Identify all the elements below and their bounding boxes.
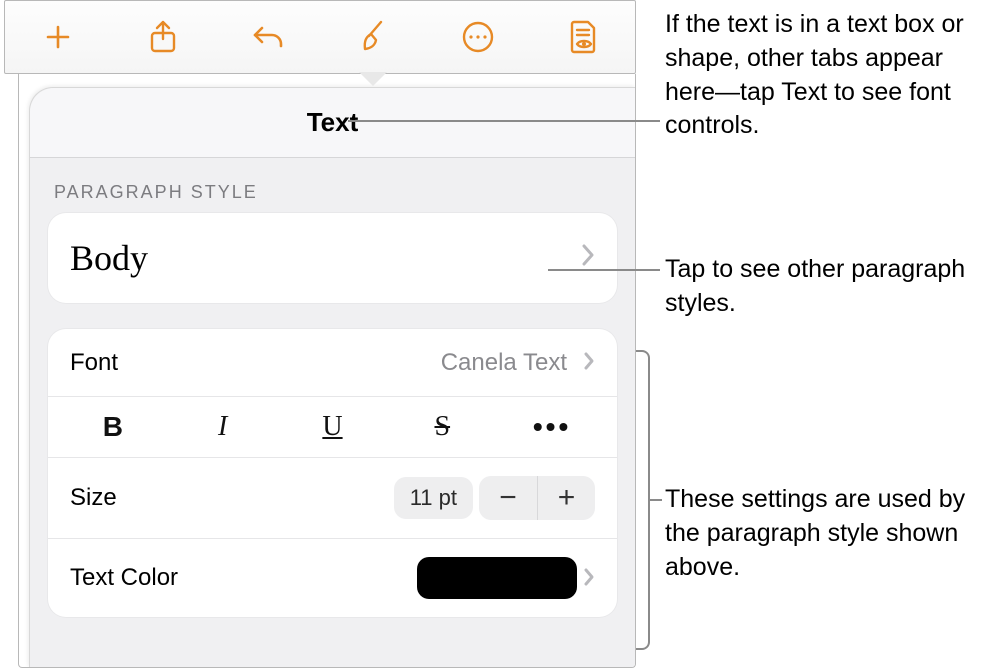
size-value[interactable]: 11 pt [394, 477, 473, 519]
add-button[interactable] [5, 1, 110, 73]
size-label: Size [70, 484, 117, 512]
font-settings-card: Font Canela Text B I U S ••• [48, 329, 617, 617]
strikethrough-button[interactable]: S [402, 411, 482, 443]
callout-text-tab: If the text is in a text box or shape, o… [665, 8, 995, 143]
size-plus-button[interactable]: + [537, 476, 595, 520]
paragraph-style-card: Body [48, 213, 617, 303]
size-minus-button[interactable]: − [479, 476, 537, 520]
callout-paragraph-styles: Tap to see other paragraph styles. [665, 253, 995, 321]
font-label: Font [70, 349, 118, 377]
undo-icon [251, 22, 285, 52]
color-swatch[interactable] [417, 557, 577, 599]
size-stepper: − + [479, 476, 595, 520]
paintbrush-icon [357, 19, 389, 55]
font-value: Canela Text [441, 349, 567, 377]
chevron-right-icon [583, 563, 595, 594]
callout-lead-1 [348, 120, 660, 122]
plus-icon [43, 22, 73, 52]
underline-button[interactable]: U [292, 411, 372, 443]
chevron-right-icon [583, 347, 595, 378]
ellipsis-circle-icon [461, 20, 495, 54]
text-color-row[interactable]: Text Color [48, 539, 617, 617]
size-row: Size 11 pt − + [48, 458, 617, 539]
font-row[interactable]: Font Canela Text [48, 329, 617, 397]
callout-settings: These settings are used by the paragraph… [665, 483, 995, 584]
format-popover: Text Paragraph Style Body Font Canela Te… [18, 74, 636, 668]
section-label: Paragraph Style [30, 158, 635, 213]
share-icon [147, 19, 179, 55]
callout-lead-3 [650, 499, 662, 501]
undo-button[interactable] [215, 1, 320, 73]
share-button[interactable] [110, 1, 215, 73]
more-styles-button[interactable]: ••• [512, 411, 592, 443]
callout-lead-2 [548, 269, 660, 271]
bold-button[interactable]: B [73, 411, 153, 443]
popover-title: Text [30, 88, 635, 158]
toolbar [4, 0, 636, 74]
paragraph-style-row[interactable]: Body [48, 213, 617, 303]
callout-bracket [636, 350, 650, 650]
text-color-label: Text Color [70, 564, 178, 592]
italic-button[interactable]: I [183, 411, 263, 443]
document-view-button[interactable] [530, 1, 635, 73]
format-brush-button[interactable] [320, 1, 425, 73]
document-eye-icon [566, 19, 600, 55]
paragraph-style-value: Body [70, 237, 148, 279]
more-button[interactable] [425, 1, 530, 73]
text-style-row: B I U S ••• [48, 397, 617, 458]
